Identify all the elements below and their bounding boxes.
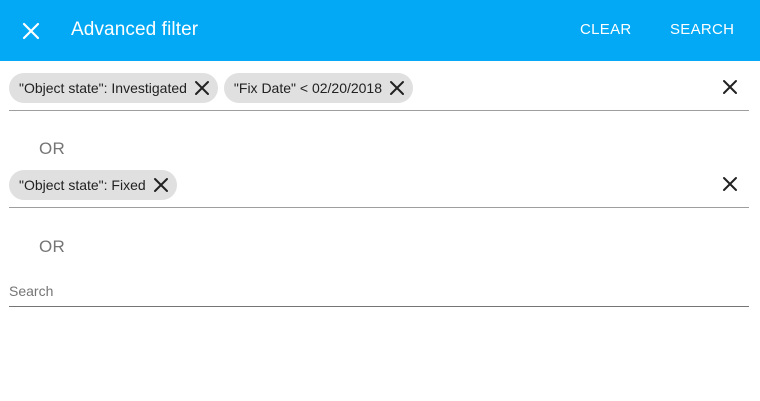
- chip-remove-button[interactable]: [151, 175, 171, 195]
- filter-group-1: "Object state": Investigated "Fix Date" …: [9, 73, 749, 111]
- close-icon: [723, 80, 737, 94]
- close-icon: [723, 177, 737, 191]
- clear-group-button[interactable]: [717, 74, 743, 100]
- chip-remove-button[interactable]: [387, 78, 407, 98]
- app-bar: Advanced filter CLEAR SEARCH: [0, 0, 760, 61]
- dialog-title: Advanced filter: [71, 19, 199, 40]
- close-icon: [153, 178, 168, 192]
- clear-group-button[interactable]: [717, 171, 743, 197]
- filter-chip[interactable]: "Object state": Investigated: [9, 73, 218, 103]
- close-icon: [194, 81, 209, 95]
- chip-label: "Fix Date" < 02/20/2018: [233, 80, 383, 96]
- chip-list: "Object state": Investigated "Fix Date" …: [9, 73, 414, 103]
- search-button[interactable]: SEARCH: [670, 20, 734, 40]
- chip-remove-button[interactable]: [192, 78, 212, 98]
- clear-button[interactable]: CLEAR: [580, 20, 632, 40]
- chip-label: "Object state": Fixed: [19, 177, 146, 193]
- filter-chip[interactable]: "Fix Date" < 02/20/2018: [223, 73, 414, 103]
- search-field: [9, 276, 749, 307]
- filter-group-2: "Object state": Fixed: [9, 170, 749, 208]
- search-input[interactable]: [9, 276, 749, 306]
- filter-chip[interactable]: "Object state": Fixed: [9, 170, 177, 200]
- close-button[interactable]: [14, 14, 48, 48]
- chip-list: "Object state": Fixed: [9, 170, 177, 200]
- close-icon: [390, 81, 405, 95]
- or-separator: OR: [39, 139, 66, 158]
- chip-label: "Object state": Investigated: [19, 80, 187, 96]
- or-separator: OR: [39, 237, 66, 256]
- close-icon: [22, 22, 40, 40]
